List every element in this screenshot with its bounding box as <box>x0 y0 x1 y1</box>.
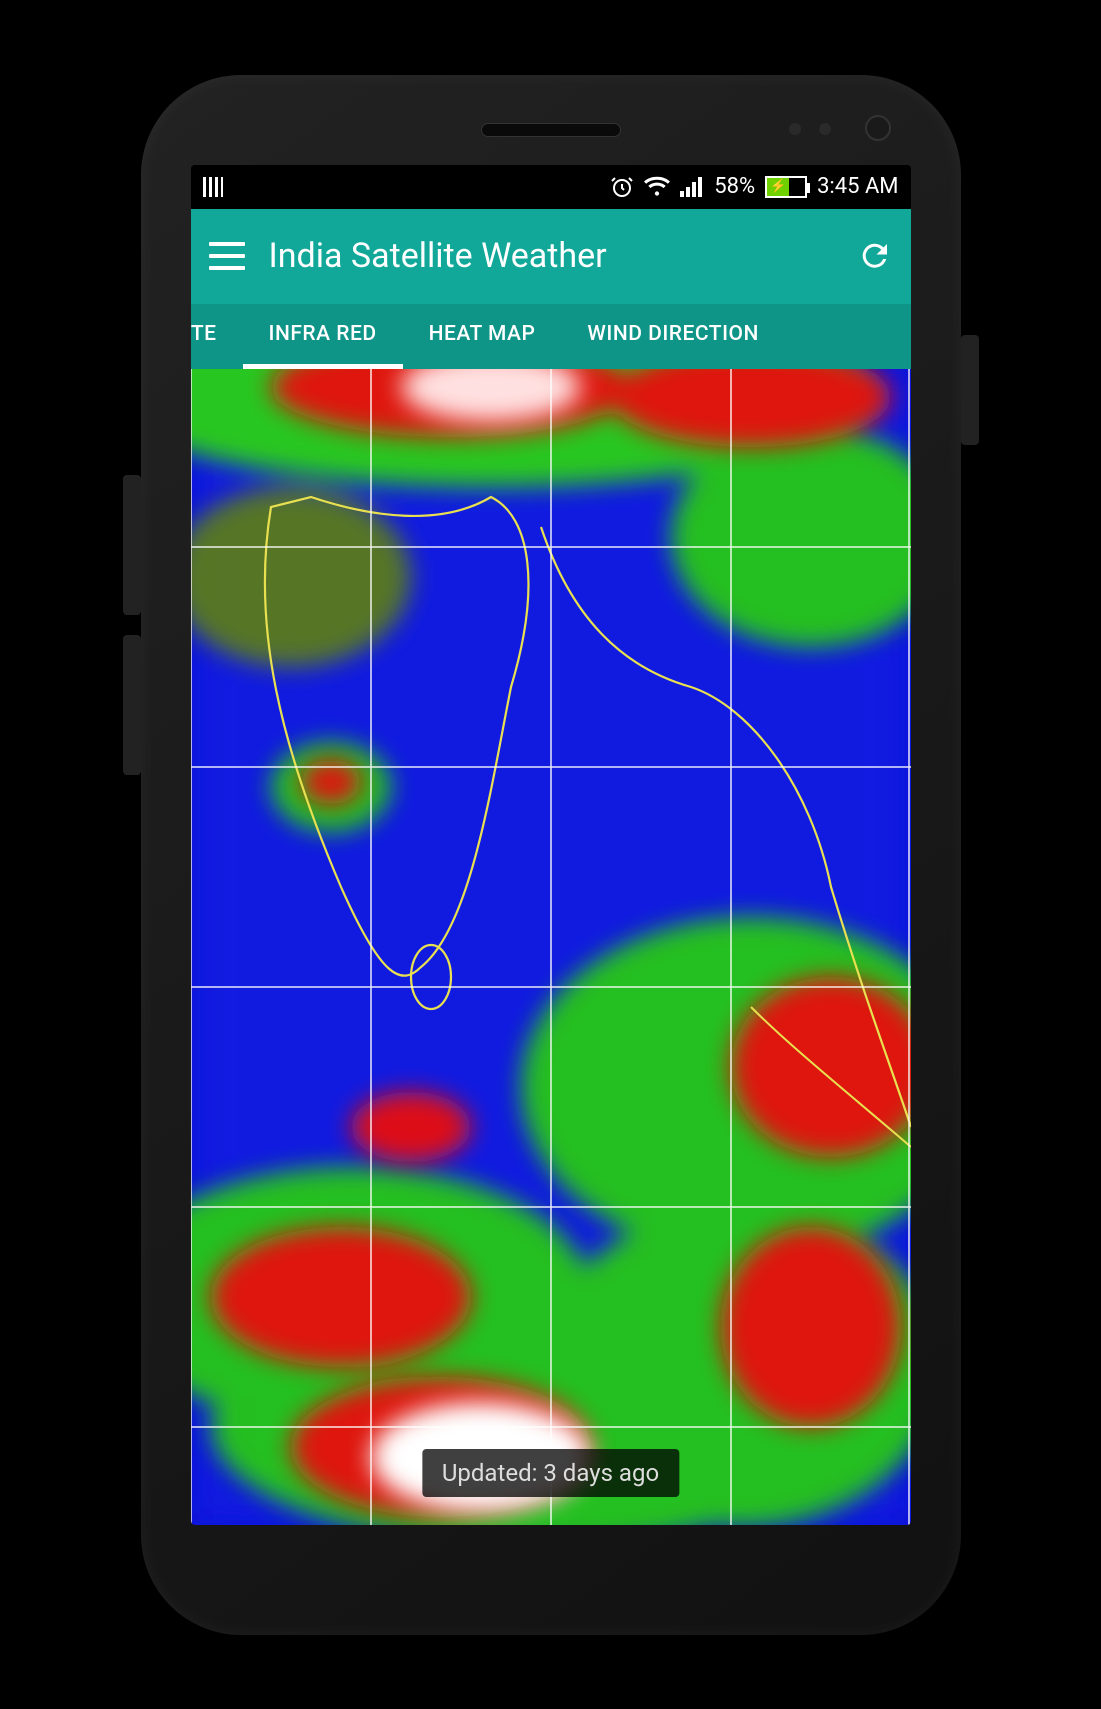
front-camera <box>865 115 891 141</box>
tab-infrared[interactable]: INFRA RED <box>243 304 403 369</box>
power-button <box>961 335 979 445</box>
status-time: 3:45 AM <box>817 174 898 199</box>
notification-icon <box>203 177 223 197</box>
screen: 58% ⚡ 3:45 AM India Satellite Weather OS… <box>191 165 911 1525</box>
status-bar: 58% ⚡ 3:45 AM <box>191 165 911 209</box>
volume-up-button <box>123 475 141 615</box>
refresh-icon[interactable] <box>857 238 893 274</box>
satellite-map[interactable]: Updated: 3 days ago <box>191 369 911 1525</box>
wifi-icon <box>644 176 670 198</box>
earpiece <box>481 123 621 137</box>
tab-composite[interactable]: OSITE <box>191 304 243 369</box>
alarm-icon <box>610 175 634 199</box>
phone-frame: 58% ⚡ 3:45 AM India Satellite Weather OS… <box>141 75 961 1635</box>
tab-heatmap[interactable]: HEAT MAP <box>403 304 562 369</box>
menu-icon[interactable] <box>209 242 245 270</box>
volume-down-button <box>123 635 141 775</box>
app-bar: India Satellite Weather <box>191 209 911 304</box>
battery-icon: ⚡ <box>765 176 807 198</box>
app-title: India Satellite Weather <box>269 236 833 276</box>
update-toast: Updated: 3 days ago <box>422 1449 679 1497</box>
sensors <box>789 123 831 135</box>
battery-percent: 58% <box>714 174 755 199</box>
tab-bar: OSITE INFRA RED HEAT MAP WIND DIRECTION <box>191 304 911 369</box>
tab-wind[interactable]: WIND DIRECTION <box>561 304 785 369</box>
signal-icon <box>680 177 704 197</box>
